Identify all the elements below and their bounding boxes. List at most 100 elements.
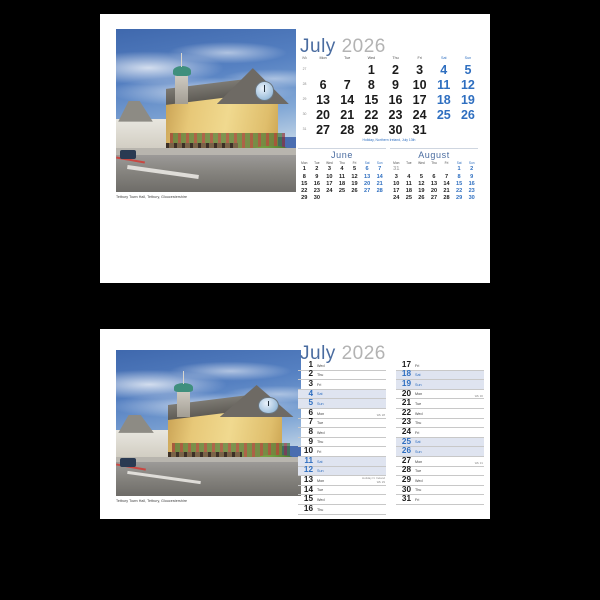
mini-day-cell-11[interactable]: 11 [403,180,416,187]
day-cell-10[interactable]: 10 [408,77,432,92]
mini-day-cell-empty [440,166,453,173]
day-cell-5[interactable]: 5 [456,62,480,77]
mini-day-cell-4[interactable]: 4 [336,166,349,173]
mini-day-cell-8[interactable]: 8 [298,173,311,180]
day-cell-8[interactable]: 8 [359,77,383,92]
mini-day-cell-28[interactable]: 28 [373,188,386,195]
mini-day-cell-7[interactable]: 7 [373,166,386,173]
mini-day-cell-24[interactable]: 24 [390,195,403,202]
mini-day-cell-7[interactable]: 7 [440,173,453,180]
day-cell-21[interactable]: 21 [335,107,359,122]
mini-day-cell-19[interactable]: 19 [348,180,361,187]
day-cell-30[interactable]: 30 [383,122,407,137]
mini-day-cell-13[interactable]: 13 [428,180,441,187]
mini-day-cell-27[interactable]: 27 [428,195,441,202]
mini-day-cell-5[interactable]: 5 [348,166,361,173]
day-cell-15[interactable]: 15 [359,92,383,107]
mini-day-cell-12[interactable]: 12 [348,173,361,180]
mini-day-cell-16[interactable]: 16 [465,180,478,187]
mini-day-cell-22[interactable]: 22 [298,188,311,195]
mini-day-cell-27[interactable]: 27 [361,188,374,195]
day-cell-9[interactable]: 9 [383,77,407,92]
day-cell-16[interactable]: 16 [383,92,407,107]
day-cell-7[interactable]: 7 [335,77,359,92]
day-of-week-label: Sat [317,392,323,397]
day-cell-14[interactable]: 14 [335,92,359,107]
mini-day-cell-29[interactable]: 29 [453,195,466,202]
day-cell-24[interactable]: 24 [408,107,432,122]
day-cell-4[interactable]: 4 [432,62,456,77]
mini-day-cell-9[interactable]: 9 [465,173,478,180]
mini-day-cell-6[interactable]: 6 [361,166,374,173]
mini-day-cell-26[interactable]: 26 [348,188,361,195]
mini-day-cell-30[interactable]: 30 [311,195,324,202]
day-cell-3[interactable]: 3 [408,62,432,77]
mini-day-cell-26[interactable]: 26 [415,195,428,202]
mini-day-cell-21[interactable]: 21 [440,188,453,195]
mini-day-cell-22[interactable]: 22 [453,188,466,195]
mini-day-cell-24[interactable]: 24 [323,188,336,195]
day-cell-18[interactable]: 18 [432,92,456,107]
mini-day-cell-1[interactable]: 1 [298,166,311,173]
day-cell-28[interactable]: 28 [335,122,359,137]
mini-day-cell-15[interactable]: 15 [298,180,311,187]
mini-day-cell-14[interactable]: 14 [440,180,453,187]
day-of-week-label: Thu [317,373,324,378]
day-cell-11[interactable]: 11 [432,77,456,92]
mini-day-cell-30[interactable]: 30 [465,195,478,202]
day-cell-22[interactable]: 22 [359,107,383,122]
day-cell-12[interactable]: 12 [456,77,480,92]
mini-day-cell-3[interactable]: 3 [323,166,336,173]
mini-day-cell-15[interactable]: 15 [453,180,466,187]
mini-day-cell-4[interactable]: 4 [403,173,416,180]
day-cell-6[interactable]: 6 [311,77,335,92]
day-cell-26[interactable]: 26 [456,107,480,122]
mini-day-cell-23[interactable]: 23 [311,188,324,195]
day-cell-20[interactable]: 20 [311,107,335,122]
mini-day-cell-20[interactable]: 20 [361,180,374,187]
day-cell-2[interactable]: 2 [383,62,407,77]
mini-day-cell-9[interactable]: 9 [311,173,324,180]
mini-day-cell-25[interactable]: 25 [403,195,416,202]
mini-day-cell-16[interactable]: 16 [311,180,324,187]
mini-day-cell-6[interactable]: 6 [428,173,441,180]
mini-day-cell-3[interactable]: 3 [390,173,403,180]
day-of-week-label: Wed [415,411,423,416]
mini-day-cell-29[interactable]: 29 [298,195,311,202]
day-cell-17[interactable]: 17 [408,92,432,107]
mini-day-cell-28[interactable]: 28 [440,195,453,202]
mini-day-cell-8[interactable]: 8 [453,173,466,180]
mini-day-cell-25[interactable]: 25 [336,188,349,195]
day-row-16[interactable]: 16 Thu [298,504,386,515]
day-of-week-label: Mon [317,478,325,483]
mini-day-cell-20[interactable]: 20 [428,188,441,195]
mini-day-cell-19[interactable]: 19 [415,188,428,195]
day-cell-19[interactable]: 19 [456,92,480,107]
day-cell-23[interactable]: 23 [383,107,407,122]
mini-day-cell-31[interactable]: 31 [390,166,403,173]
mini-day-cell-12[interactable]: 12 [415,180,428,187]
mini-day-cell-13[interactable]: 13 [361,173,374,180]
day-cell-31[interactable]: 31 [408,122,432,137]
day-cell-27[interactable]: 27 [311,122,335,137]
day-cell-1[interactable]: 1 [359,62,383,77]
day-cell-25[interactable]: 25 [432,107,456,122]
mini-day-cell-18[interactable]: 18 [403,188,416,195]
mini-day-cell-2[interactable]: 2 [311,166,324,173]
mini-day-cell-14[interactable]: 14 [373,173,386,180]
mini-day-cell-10[interactable]: 10 [323,173,336,180]
mini-day-cell-1[interactable]: 1 [453,166,466,173]
mini-day-cell-2[interactable]: 2 [465,166,478,173]
day-cell-29[interactable]: 29 [359,122,383,137]
mini-day-cell-5[interactable]: 5 [415,173,428,180]
mini-day-cell-11[interactable]: 11 [336,173,349,180]
mini-day-cell-17[interactable]: 17 [390,188,403,195]
mini-day-cell-23[interactable]: 23 [465,188,478,195]
mini-day-cell-21[interactable]: 21 [373,180,386,187]
mini-day-cell-10[interactable]: 10 [390,180,403,187]
mini-day-cell-17[interactable]: 17 [323,180,336,187]
road [116,154,296,192]
day-row-31[interactable]: 31 Fri [396,495,484,505]
day-cell-13[interactable]: 13 [311,92,335,107]
mini-day-cell-18[interactable]: 18 [336,180,349,187]
